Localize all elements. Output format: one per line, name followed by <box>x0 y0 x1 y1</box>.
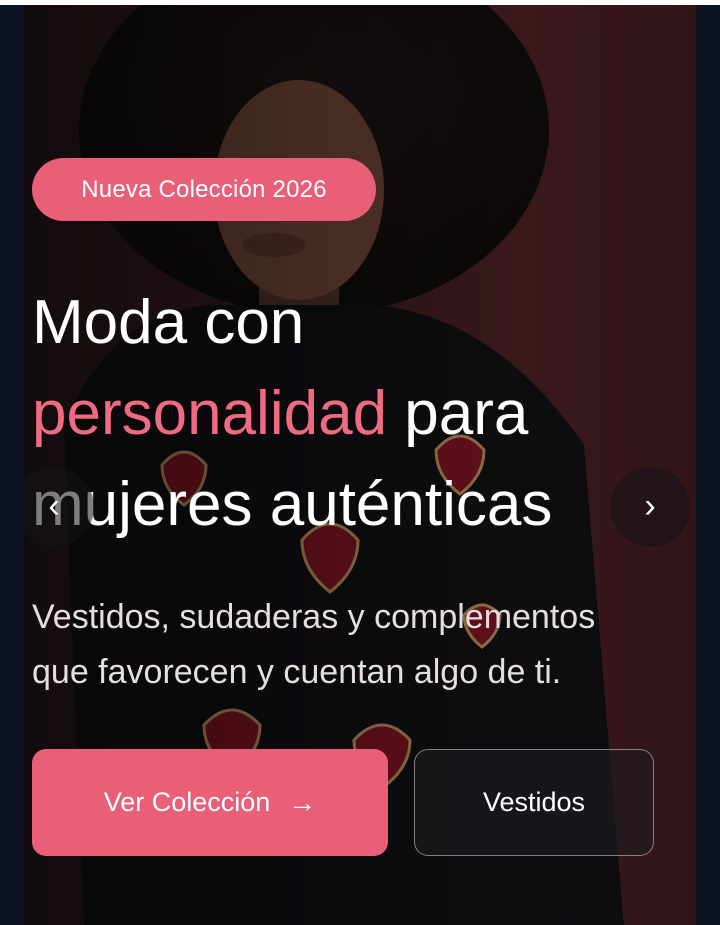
chevron-left-icon: ‹ <box>48 487 60 525</box>
hero-subtitle-line2: que favorecen y cuentan algo de ti. <box>32 653 562 691</box>
page-margin-left <box>0 5 24 925</box>
hero-title-accent: personalidad <box>32 379 388 448</box>
hero-subtitle-line1: Vestidos, sudaderas y complementos <box>32 598 596 636</box>
arrow-right-icon: → <box>288 786 317 818</box>
dresses-label: Vestidos <box>482 787 586 817</box>
dresses-button[interactable]: Vestidos <box>414 749 654 856</box>
hero-title-line1: Moda con <box>32 288 305 357</box>
hero-subtitle: Vestidos, sudaderas y complementos que f… <box>32 590 672 700</box>
new-collection-badge: Nueva Colección 2026 <box>32 158 376 221</box>
hero-banner: Nueva Colección 2026 Moda con personalid… <box>24 5 696 925</box>
hero-title-line2: para <box>404 379 529 448</box>
carousel-next-button[interactable]: › <box>610 467 690 547</box>
chevron-right-icon: › <box>644 487 656 525</box>
hero-title-line3: mujeres auténticas <box>32 470 553 539</box>
view-collection-label: Ver Colección <box>103 787 271 817</box>
hero-title: Moda con personalidad para mujeres autén… <box>32 277 672 550</box>
view-collection-button[interactable]: Ver Colección → <box>32 749 388 856</box>
page-margin-right <box>696 5 720 925</box>
